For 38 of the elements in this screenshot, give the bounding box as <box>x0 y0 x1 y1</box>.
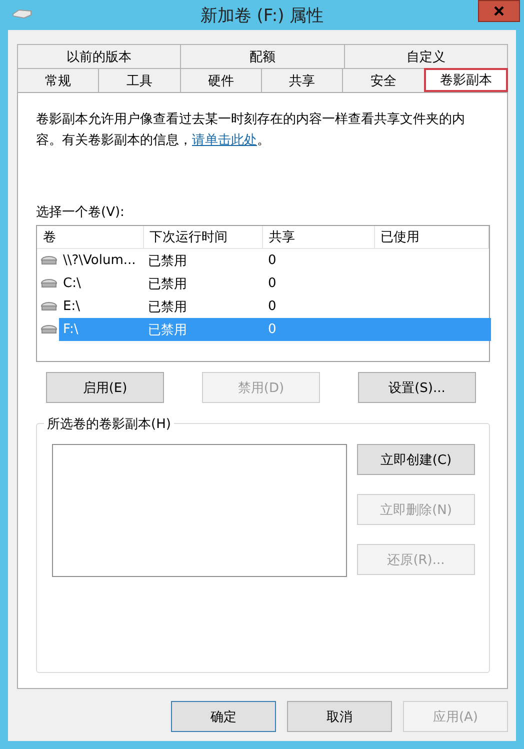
drive-icon <box>12 9 32 19</box>
button[interactable]: 确定 <box>171 701 276 732</box>
shadow-copy-list[interactable] <box>52 444 347 577</box>
close-icon <box>494 6 504 16</box>
table-cell: \\?\Volum... <box>63 253 136 268</box>
tab[interactable]: 自定义 <box>344 44 508 68</box>
button[interactable]: 设置(S)... <box>358 372 476 403</box>
table-cell: 0 <box>268 299 276 314</box>
window-title: 新加卷 (F:) 属性 <box>200 4 324 26</box>
column-header[interactable]: 下次运行时间 <box>144 226 263 248</box>
table-cell-text: 已禁用 <box>148 252 187 270</box>
table-cell-text: 已禁用 <box>148 322 187 338</box>
button[interactable]: 立即创建(C) <box>357 444 475 475</box>
drive-icon <box>41 302 57 312</box>
table-cell: 0 <box>268 253 276 268</box>
table-cell-text: 已禁用 <box>148 276 187 292</box>
description-text: 卷影副本允许用户像查看过去某一时刻存在的内容一样查看共享文件夹的内容。有关卷影副本的信息，请单击此处。 <box>36 111 466 150</box>
group-title: 所选卷的卷影副本(H) <box>44 415 174 433</box>
drive-icon <box>41 278 57 288</box>
column-header[interactable]: 卷 <box>37 226 144 248</box>
drive-icon <box>41 256 57 266</box>
table-cell: E:\ <box>63 299 80 314</box>
drive-icon <box>41 324 57 334</box>
column-header[interactable]: 已使用 <box>374 226 489 248</box>
table-cell: F:\ <box>63 322 78 337</box>
help-link[interactable]: 请单击此处 <box>192 133 257 148</box>
button[interactable]: 取消 <box>287 701 392 732</box>
volume-label: 选择一个卷(V): <box>36 204 126 221</box>
table-cell: C:\ <box>63 276 81 291</box>
column-header[interactable]: 共享 <box>263 226 374 248</box>
table-cell-text: 已禁用 <box>148 298 187 316</box>
table-cell: 0 <box>268 276 276 291</box>
close-button[interactable] <box>478 0 520 22</box>
table-cell: 0 <box>268 322 276 337</box>
tab[interactable]: 常规 <box>17 68 100 92</box>
tab[interactable]: 以前的版本 <box>17 44 182 68</box>
button[interactable]: 启用(E) <box>46 372 164 403</box>
tab[interactable]: 卷影副本 <box>424 68 508 92</box>
